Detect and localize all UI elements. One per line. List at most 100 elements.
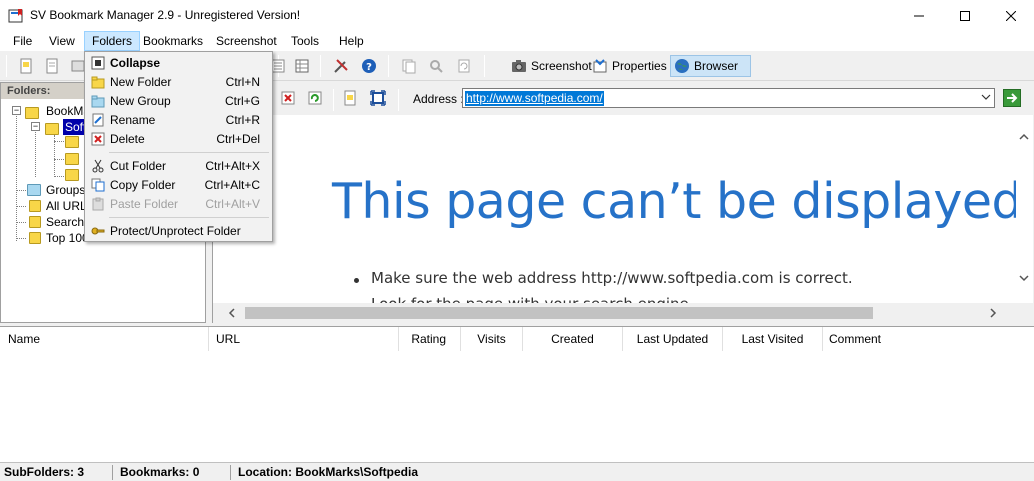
toolbar-separator: [6, 55, 7, 77]
scroll-right-icon[interactable]: [988, 308, 998, 318]
menu-item-rename[interactable]: Rename Ctrl+R: [86, 111, 271, 130]
menu-item-shortcut: Ctrl+Alt+X: [205, 159, 260, 173]
browser-label: Browser: [694, 59, 739, 73]
reload-icon[interactable]: [307, 90, 323, 106]
browser-toggle-button[interactable]: Browser: [670, 55, 751, 77]
new-group-icon: [91, 95, 105, 108]
minimize-icon: [914, 15, 924, 16]
camera-icon: [512, 60, 526, 72]
browser-toolbar: Address : http://www.softpedia.com/: [212, 85, 1032, 112]
column-last-updated[interactable]: Last Updated: [623, 327, 723, 351]
menu-item-protect-folder[interactable]: Protect/Unprotect Folder: [86, 222, 271, 241]
find-icon[interactable]: [428, 58, 444, 74]
tree-line: [16, 190, 26, 191]
help-icon[interactable]: ?: [361, 58, 377, 74]
tree-line: [54, 176, 64, 177]
page-icon[interactable]: [342, 90, 358, 106]
toolbar-separator: [388, 55, 389, 77]
tree-item-groups[interactable]: Groups: [46, 182, 85, 198]
tree-line: [16, 206, 26, 207]
properties-icon: [593, 59, 607, 73]
menu-item-label: Paste Folder: [110, 197, 179, 211]
maximize-button[interactable]: [942, 0, 988, 31]
minimize-button[interactable]: [896, 0, 942, 31]
menu-item-label: New Group: [110, 94, 171, 108]
toolbar-separator: [320, 55, 321, 77]
address-label: Address :: [413, 92, 464, 106]
column-last-visited[interactable]: Last Visited: [723, 327, 823, 351]
menu-item-label: Cut Folder: [110, 159, 167, 173]
vertical-scrollbar[interactable]: [1016, 115, 1033, 303]
all-urls-icon: [29, 200, 41, 212]
properties-button[interactable]: Properties: [612, 59, 667, 73]
groups-folder-icon: [27, 184, 41, 196]
menu-help[interactable]: Help: [332, 31, 371, 51]
tree-expander[interactable]: −: [31, 122, 40, 131]
menu-item-new-group[interactable]: New Group Ctrl+G: [86, 92, 271, 111]
chevron-down-icon[interactable]: [981, 92, 991, 102]
menu-view[interactable]: View: [42, 31, 82, 51]
fullscreen-icon[interactable]: [370, 90, 386, 106]
menu-folders[interactable]: Folders: [84, 31, 141, 51]
scroll-left-icon[interactable]: [227, 308, 237, 318]
scroll-thumb[interactable]: [245, 307, 873, 319]
tree-item-top100[interactable]: Top 100: [46, 230, 89, 246]
column-url[interactable]: URL: [209, 327, 399, 351]
menu-file[interactable]: File: [6, 31, 39, 51]
tree-line: [16, 238, 26, 239]
column-name[interactable]: Name: [0, 327, 209, 351]
scroll-down-icon[interactable]: [1019, 273, 1029, 283]
rename-icon: [92, 113, 104, 127]
folder-icon[interactable]: [65, 153, 79, 165]
menu-item-label: New Folder: [110, 75, 172, 89]
menu-bookmarks[interactable]: Bookmarks: [136, 31, 210, 51]
top100-icon: [29, 232, 41, 244]
menu-item-copy-folder[interactable]: Copy Folder Ctrl+Alt+C: [86, 176, 271, 195]
details-view-icon[interactable]: [294, 58, 310, 74]
menu-separator: [109, 152, 269, 153]
menu-item-paste-folder[interactable]: Paste Folder Ctrl+Alt+V: [86, 195, 271, 214]
arrow-right-icon: [1007, 93, 1018, 103]
status-location: Location: BookMarks\Softpedia: [238, 465, 419, 479]
menu-screenshot[interactable]: Screenshot: [209, 31, 284, 51]
menu-item-cut-folder[interactable]: Cut Folder Ctrl+Alt+X: [86, 157, 271, 176]
new-bookmark-icon[interactable]: [18, 58, 34, 74]
scroll-up-icon[interactable]: [1019, 132, 1029, 142]
menu-item-new-folder[interactable]: New Folder Ctrl+N: [86, 73, 271, 92]
browser-view[interactable]: This page can’t be displayed Make sure t…: [212, 115, 1033, 323]
key-icon: [91, 227, 105, 235]
bookmarks-list[interactable]: Name URL Rating Visits Created Last Upda…: [0, 326, 1034, 462]
stop-icon[interactable]: [280, 90, 296, 106]
tree-item-search[interactable]: Search: [46, 214, 84, 230]
column-comment[interactable]: Comment: [823, 327, 1034, 351]
tools-icon[interactable]: [333, 58, 349, 74]
toolbar-separator: [398, 89, 399, 111]
close-button[interactable]: [988, 0, 1034, 31]
paste-icon: [92, 197, 104, 211]
column-created[interactable]: Created: [523, 327, 623, 351]
menu-item-label: Delete: [110, 132, 145, 146]
menu-tools[interactable]: Tools: [284, 31, 326, 51]
menu-item-collapse[interactable]: Collapse: [86, 54, 271, 73]
column-visits[interactable]: Visits: [461, 327, 523, 351]
copy-url-icon[interactable]: [401, 58, 417, 74]
column-rating[interactable]: Rating: [399, 327, 461, 351]
close-icon: [1006, 10, 1016, 21]
window-title: SV Bookmark Manager 2.9 - Unregistered V…: [30, 8, 301, 22]
menu-separator: [109, 217, 269, 218]
tree-expander[interactable]: −: [12, 106, 21, 115]
folder-icon[interactable]: [65, 169, 79, 181]
folders-menu: Collapse New Folder Ctrl+N New Group Ctr…: [84, 51, 273, 242]
menu-item-shortcut: Ctrl+Del: [216, 132, 260, 146]
delete-icon: [91, 132, 105, 146]
address-value: http://www.softpedia.com/: [465, 91, 604, 106]
go-button[interactable]: [1003, 89, 1021, 107]
tree-line: [16, 222, 26, 223]
refresh-icon[interactable]: [456, 58, 472, 74]
menu-item-delete[interactable]: Delete Ctrl+Del: [86, 130, 271, 149]
address-input[interactable]: http://www.softpedia.com/: [462, 88, 995, 108]
horizontal-scrollbar[interactable]: [213, 303, 1033, 323]
screenshot-button[interactable]: Screenshot: [531, 59, 592, 73]
folder-icon[interactable]: [65, 136, 79, 148]
open-page-icon[interactable]: [44, 58, 60, 74]
